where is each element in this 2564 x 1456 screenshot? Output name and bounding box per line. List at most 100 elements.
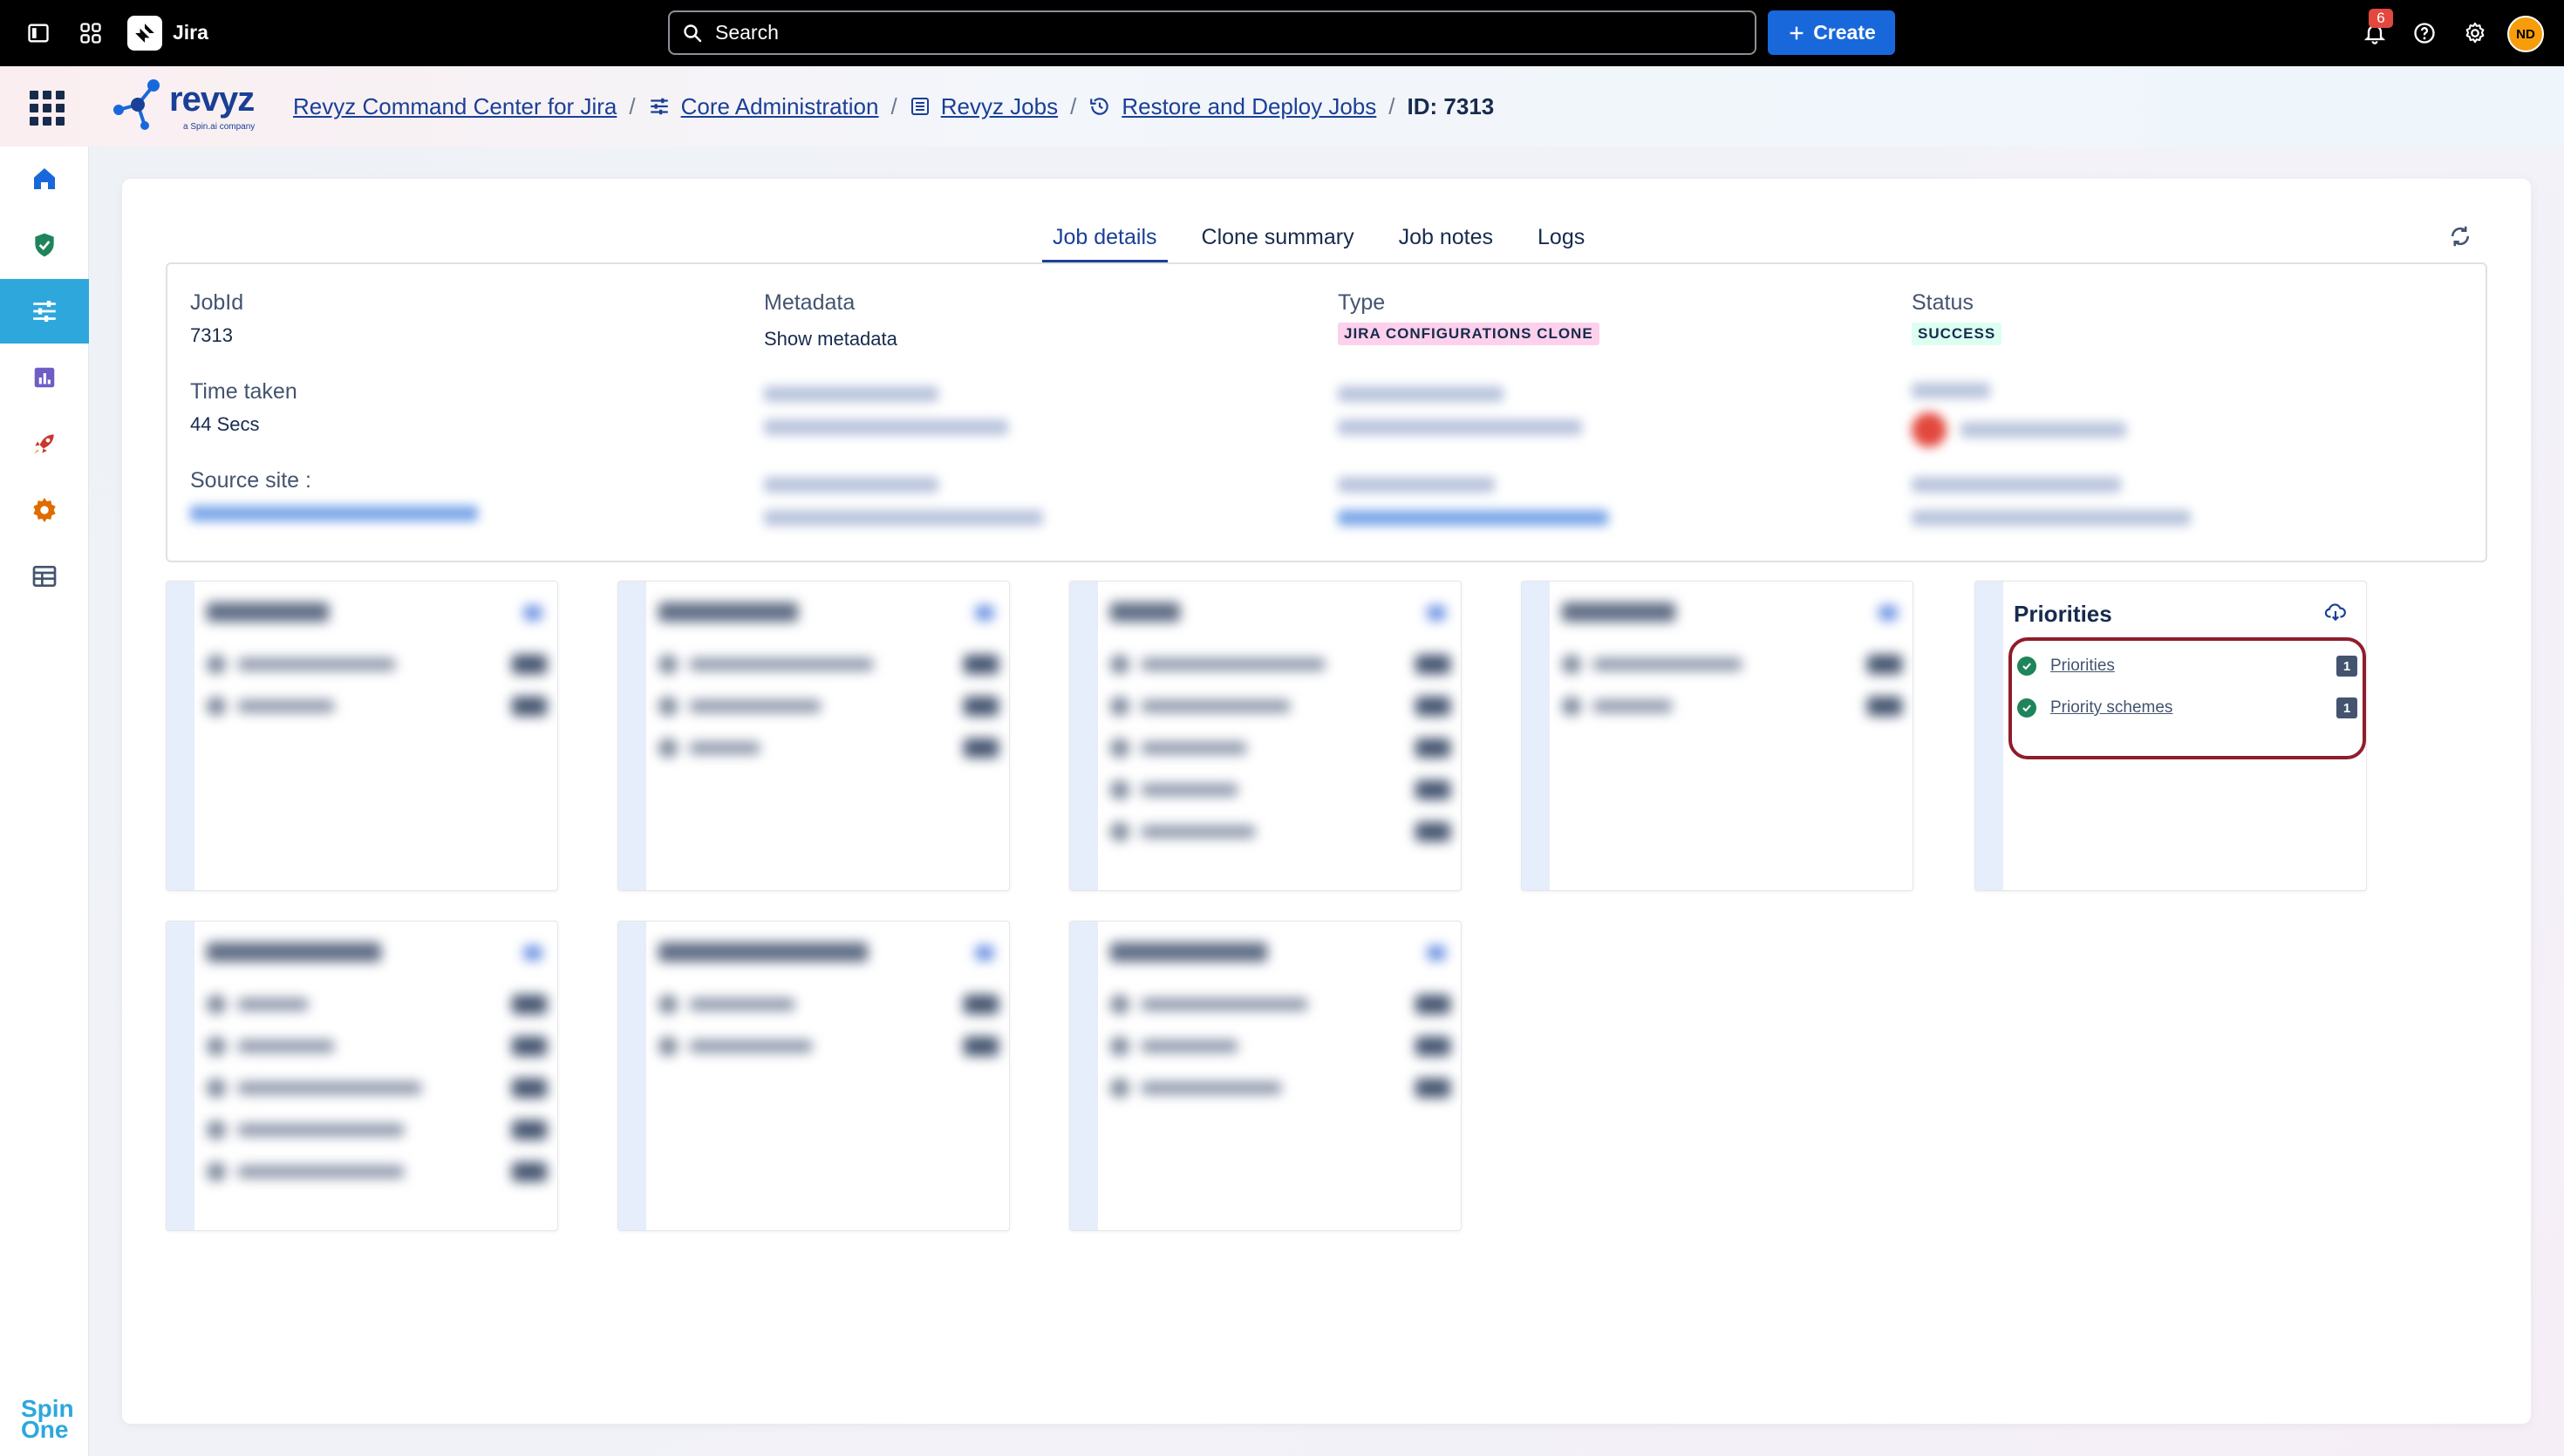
tab-clone-summary[interactable]: Clone summary: [1191, 218, 1365, 263]
priorities-card: Priorities Priorities 1 Priority schemes…: [1974, 581, 2367, 891]
app-name[interactable]: Jira: [173, 21, 208, 44]
left-sidebar: Spin One: [0, 146, 89, 1456]
status-field: Status SUCCESS: [1912, 290, 2002, 345]
sidebar-item-tables[interactable]: [0, 544, 89, 609]
priorities-count-badge: 1: [2336, 656, 2357, 677]
tab-job-details[interactable]: Job details: [1042, 218, 1168, 263]
notification-count-badge: 6: [2369, 9, 2393, 28]
jobid-label: JobId: [190, 290, 244, 315]
breadcrumb-separator: /: [1070, 92, 1077, 119]
sliders-icon: [648, 95, 671, 118]
create-button[interactable]: Create: [1768, 10, 1895, 55]
sidebar-item-settings[interactable]: [0, 478, 89, 542]
settings-gear-icon[interactable]: [2458, 16, 2492, 51]
start-time-field-redacted: [764, 386, 1026, 435]
sidebar-item-deploy[interactable]: [0, 412, 89, 476]
app-header: revyz a Spin.ai company Revyz Command Ce…: [0, 66, 2564, 146]
breadcrumb-revyz-jobs[interactable]: Revyz Jobs: [941, 93, 1058, 120]
source-site-field: Source site :: [190, 468, 478, 521]
refresh-icon[interactable]: [2447, 223, 2473, 249]
app-menu-grid-icon[interactable]: [30, 91, 65, 126]
table-icon: [32, 566, 57, 587]
tab-job-notes[interactable]: Job notes: [1388, 218, 1504, 263]
category-card-redacted: [1069, 581, 1462, 891]
cloud-download-icon[interactable]: [2324, 601, 2349, 625]
priority-schemes-count-badge: 1: [2336, 697, 2357, 718]
chart-icon: [34, 367, 55, 388]
end-time-field-redacted: [1338, 386, 1599, 435]
breadcrumb: Revyz Command Center for Jira / Core Adm…: [293, 89, 1494, 124]
breadcrumb-separator: /: [1388, 92, 1395, 119]
brand-name: revyz: [169, 80, 255, 119]
search-input[interactable]: Search: [668, 10, 1756, 55]
show-metadata-link[interactable]: Show metadata: [764, 328, 897, 350]
category-card-redacted: [1069, 921, 1462, 1231]
priorities-row[interactable]: Priorities 1: [2017, 653, 2357, 679]
priority-schemes-row[interactable]: Priority schemes 1: [2017, 695, 2357, 721]
rocket-icon: [34, 434, 54, 454]
initiator-avatar: [1912, 412, 1947, 447]
revyz-logo[interactable]: revyz a Spin.ai company: [110, 75, 263, 136]
breadcrumb-current-job-id: ID: 7313: [1407, 92, 1495, 119]
metadata-label: Metadata: [764, 290, 856, 315]
sidebar-item-security[interactable]: [0, 213, 89, 277]
initiator-field-redacted: [1912, 383, 2173, 447]
category-card-redacted: [617, 921, 1010, 1231]
destination-snapshot-field-redacted: [1912, 477, 2208, 526]
category-card-redacted: [166, 921, 558, 1231]
success-check-icon: [2017, 657, 2036, 676]
home-icon: [34, 168, 55, 189]
source-snapshot-field-redacted: [764, 477, 1060, 526]
top-navigation-bar: Jira Search Create 6 ND: [0, 0, 2564, 66]
spinone-logo[interactable]: Spin One: [21, 1397, 74, 1442]
gear-icon: [33, 498, 56, 522]
breadcrumb-core-administration[interactable]: Core Administration: [681, 93, 879, 120]
time-taken-field: Time taken 44 Secs: [190, 379, 297, 436]
job-tabs: Job details Clone summary Job notes Logs: [1042, 218, 1619, 265]
breadcrumb-command-center[interactable]: Revyz Command Center for Jira: [293, 93, 617, 120]
destination-site-field-redacted: [1338, 477, 1634, 526]
source-site-link-redacted[interactable]: [190, 506, 478, 521]
search-placeholder: Search: [715, 21, 779, 44]
priorities-card-title: Priorities: [2014, 601, 2112, 627]
tab-logs[interactable]: Logs: [1527, 218, 1595, 263]
category-card-redacted: [617, 581, 1010, 891]
success-check-icon: [2017, 698, 2036, 718]
sidebar-item-home[interactable]: [0, 146, 89, 211]
time-taken-value: 44 Secs: [190, 413, 260, 435]
sidebar-toggle-icon[interactable]: [21, 16, 56, 51]
priorities-link[interactable]: Priorities: [2050, 657, 2115, 676]
type-badge: JIRA CONFIGURATIONS CLONE: [1338, 323, 1599, 345]
jobid-field: JobId 7313: [190, 290, 243, 347]
category-card-redacted: [166, 581, 558, 891]
app-switcher-icon[interactable]: [73, 16, 108, 51]
jira-logo-icon[interactable]: [127, 16, 162, 51]
jobid-value: 7313: [190, 324, 233, 346]
create-label: Create: [1813, 21, 1876, 44]
type-label: Type: [1338, 290, 1386, 315]
search-icon: [684, 24, 702, 42]
user-avatar[interactable]: ND: [2507, 16, 2544, 52]
shield-check-icon: [35, 233, 54, 257]
breadcrumb-separator: /: [629, 92, 636, 119]
metadata-field: Metadata Show metadata: [764, 290, 897, 350]
help-icon[interactable]: [2407, 16, 2442, 51]
priority-schemes-link[interactable]: Priority schemes: [2050, 698, 2172, 718]
list-icon: [910, 96, 931, 117]
category-card-redacted: [1521, 581, 1913, 891]
source-site-label: Source site :: [190, 468, 311, 493]
plus-icon: [1790, 26, 1804, 39]
type-field: Type JIRA CONFIGURATIONS CLONE: [1338, 290, 1599, 345]
sliders-icon: [33, 300, 56, 323]
time-taken-label: Time taken: [190, 379, 297, 404]
sidebar-item-administration[interactable]: [0, 279, 89, 344]
sidebar-item-reports[interactable]: [0, 345, 89, 410]
job-details-panel: JobId 7313 Metadata Show metadata Type J…: [166, 262, 2487, 562]
status-badge: SUCCESS: [1912, 323, 2002, 345]
history-icon: [1088, 95, 1111, 118]
revyz-molecule-icon: [113, 79, 160, 130]
breadcrumb-separator: /: [890, 92, 897, 119]
brand-tagline: a Spin.ai company: [183, 122, 256, 132]
status-label: Status: [1912, 290, 1974, 315]
breadcrumb-restore-deploy-jobs[interactable]: Restore and Deploy Jobs: [1122, 93, 1376, 120]
